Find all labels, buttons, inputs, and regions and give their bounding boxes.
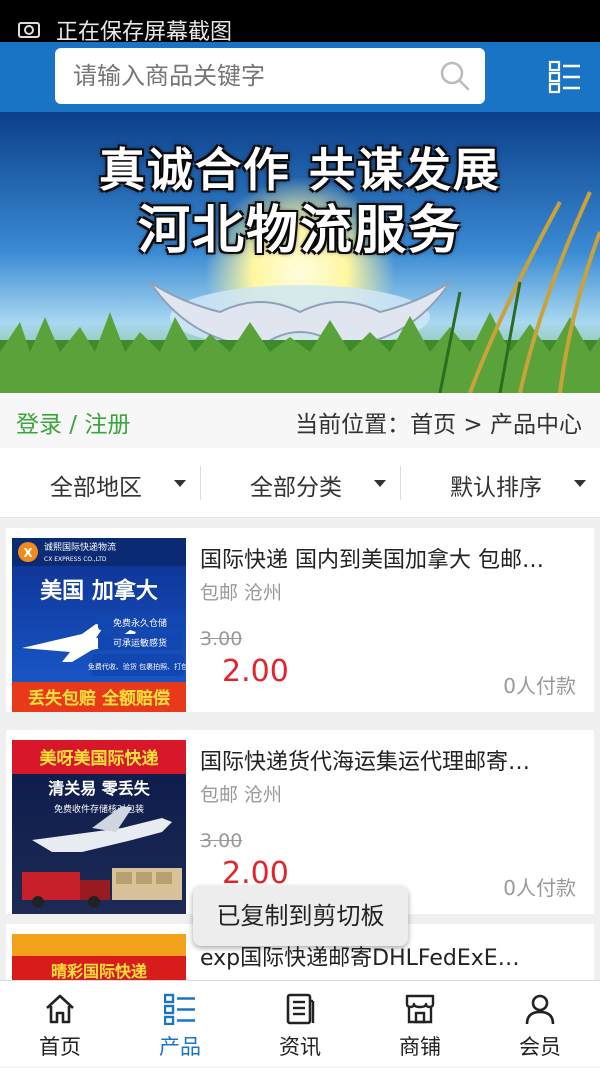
search-input[interactable]	[73, 48, 413, 104]
filter-label: 全部分类	[250, 475, 342, 501]
sale-price: 2.00	[222, 654, 289, 689]
chevron-down-icon	[374, 480, 386, 487]
nav-label: 首页	[39, 1035, 81, 1059]
product-list-icon	[164, 993, 195, 1025]
breadcrumb: 当前位置：首页 > 产品中心	[295, 412, 582, 438]
filter-sort[interactable]: 默认排序	[400, 448, 600, 518]
filter-category[interactable]: 全部分类	[200, 448, 400, 518]
product-meta: 包邮 沧州	[200, 582, 283, 604]
bottom-nav: 首页 产品 资讯 商铺 会员	[0, 980, 600, 1067]
product-image[interactable]: X 诚熙国际快递物流 CX EXPRESS CO.,LTD 美国 加拿大 免费永…	[12, 538, 186, 712]
thumb-tag: 免费代收、验货 包裹拍照、打包	[88, 662, 186, 671]
menu-grid-icon[interactable]	[548, 60, 582, 94]
nav-label: 资讯	[279, 1035, 321, 1059]
nav-products[interactable]: 产品	[120, 981, 240, 1068]
search-icon[interactable]	[439, 60, 471, 92]
sold-count: 0人付款	[503, 674, 576, 698]
product-title[interactable]: 国际快递货代海运集运代理邮寄…	[200, 744, 570, 776]
filter-label: 默认排序	[450, 475, 542, 501]
thumb-headline: 美呀美国际快递	[40, 748, 159, 769]
product-meta: 包邮 沧州	[200, 784, 283, 806]
svg-text:X: X	[23, 546, 33, 560]
nav-label: 产品	[159, 1035, 201, 1059]
product-title[interactable]: 国际快递 国内到美国加拿大 包邮…	[200, 542, 570, 574]
shop-icon	[405, 994, 435, 1024]
product-image[interactable]: 美呀美国际快递 清关易 零丢失 免费收件存储核对包装	[12, 740, 186, 914]
header	[0, 42, 600, 112]
thumb-headline: 美国 加拿大	[40, 578, 158, 604]
thumb-headline: 晴彩国际快递	[51, 962, 147, 980]
filter-bar: 全部地区 全部分类 默认排序	[0, 448, 600, 518]
banner[interactable]: 真诚合作 共谋发展 河北物流服务	[0, 112, 600, 393]
toast-message: 已复制到剪切板	[193, 886, 408, 946]
chevron-down-icon	[174, 480, 186, 487]
news-icon	[286, 993, 315, 1025]
banner-subheadline: 河北物流服务	[137, 201, 462, 261]
nav-home[interactable]: 首页	[0, 981, 120, 1068]
thumb-sub: 清关易 零丢失	[48, 779, 151, 798]
thumb-brand-en: CX EXPRESS CO.,LTD	[44, 556, 107, 563]
screenshot-icon	[18, 22, 40, 38]
thumb-tag: 免费永久仓储	[113, 617, 167, 629]
search-box[interactable]	[55, 48, 485, 104]
filter-label: 全部地区	[50, 475, 142, 501]
product-image[interactable]: 晴彩国际快递	[12, 934, 186, 980]
thumb-brand: 诚熙国际快递物流	[44, 541, 116, 553]
nav-label: 商铺	[399, 1035, 441, 1059]
status-bar: 正在保存屏幕截图	[0, 0, 600, 45]
nav-label: 会员	[519, 1035, 561, 1059]
thumb-tag: 可承运敏感货	[113, 637, 167, 649]
product-card[interactable]: X 诚熙国际快递物流 CX EXPRESS CO.,LTD 美国 加拿大 免费永…	[6, 528, 594, 712]
filter-region[interactable]: 全部地区	[0, 448, 200, 518]
original-price: 3.00	[200, 628, 243, 650]
login-register-link[interactable]: 登录 / 注册	[16, 405, 130, 439]
sold-count: 0人付款	[503, 876, 576, 900]
member-icon	[525, 994, 555, 1025]
chevron-down-icon	[574, 480, 586, 487]
home-icon	[46, 994, 74, 1024]
nav-member[interactable]: 会员	[480, 981, 600, 1068]
nav-shop[interactable]: 商铺	[360, 981, 480, 1068]
nav-news[interactable]: 资讯	[240, 981, 360, 1068]
thumb-footer: 丢失包赔 全额赔偿	[28, 688, 170, 709]
info-bar: 登录 / 注册 当前位置：首页 > 产品中心	[0, 393, 600, 448]
original-price: 3.00	[200, 830, 243, 852]
